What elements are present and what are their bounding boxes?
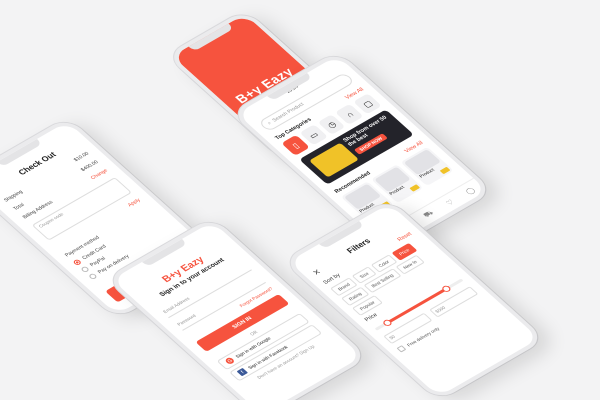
mockup-stage: B+y Eazy 10:24 ⌕ Search Product Top Cate… <box>0 0 600 400</box>
heart-icon[interactable]: ♡ <box>444 198 456 207</box>
banner-image <box>309 142 359 178</box>
google-icon: G <box>224 356 236 366</box>
min-price-value: $0 <box>388 334 397 341</box>
close-icon[interactable]: ✕ <box>310 267 323 277</box>
max-price-value: $500 <box>434 305 447 314</box>
cart-tag-icon[interactable] <box>409 184 421 192</box>
password-placeholder: Password <box>175 313 198 327</box>
checkbox-icon[interactable] <box>396 345 407 353</box>
facebook-icon: f <box>236 367 249 377</box>
cart-tag-icon[interactable] <box>439 166 451 175</box>
search-icon: ⌕ <box>266 120 274 127</box>
radio-icon[interactable] <box>87 272 98 280</box>
cart-icon[interactable]: ⛟ <box>422 209 437 220</box>
back-arrow-icon[interactable]: ← <box>0 184 2 194</box>
user-icon[interactable]: ◯ <box>464 186 476 196</box>
price-label: Price <box>363 312 380 323</box>
